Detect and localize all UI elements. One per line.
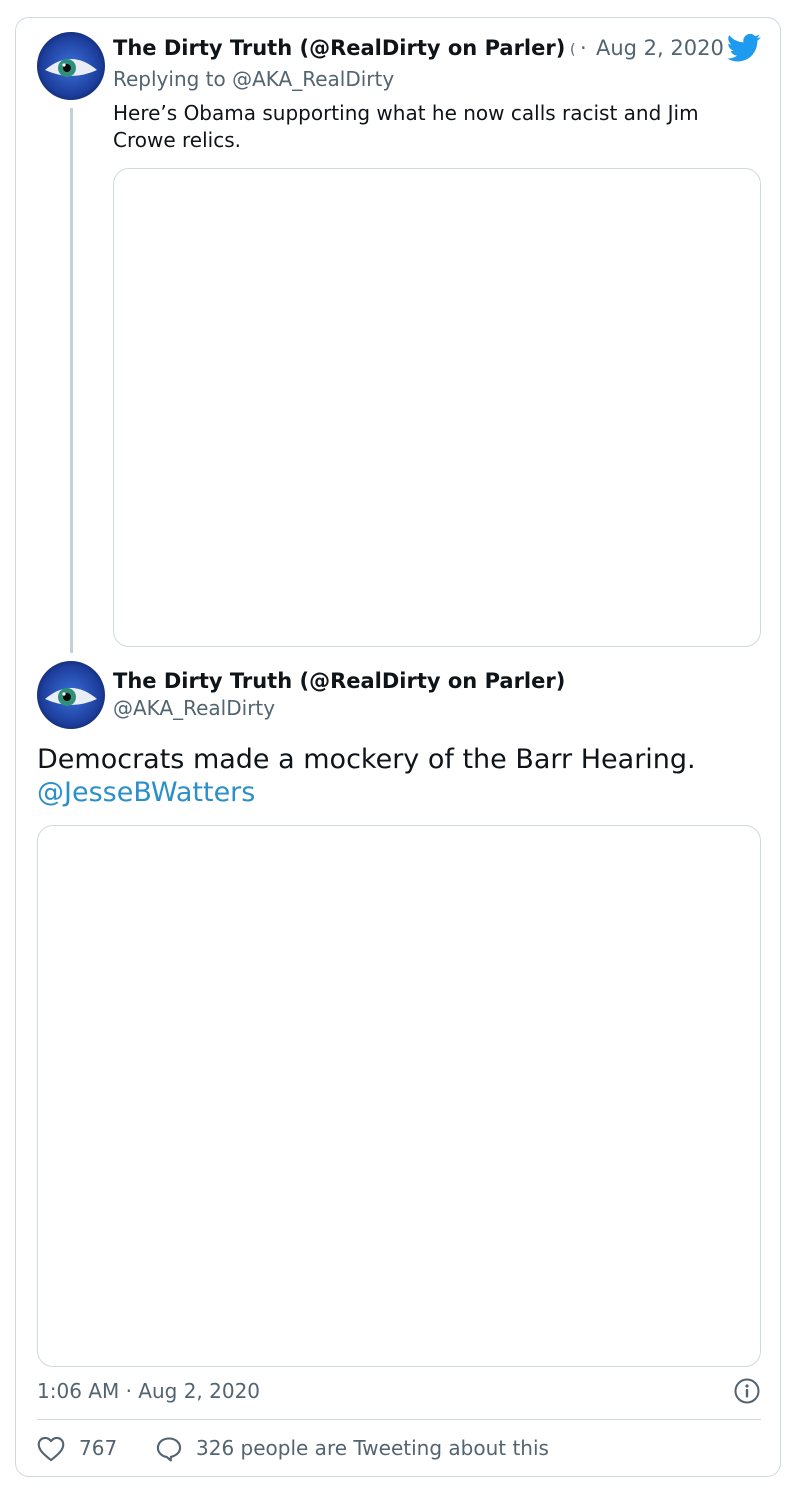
twitter-bird-icon[interactable] [727, 33, 761, 63]
avatar-eye-image [37, 661, 105, 729]
quoted-date-link[interactable]: Aug 2, 2020 [596, 36, 724, 60]
divider [37, 1419, 761, 1420]
avatar[interactable] [37, 661, 105, 729]
mention-link[interactable]: @JesseBWatters [37, 776, 255, 809]
info-icon[interactable] [734, 1378, 760, 1404]
main-tweet-text: Democrats made a mockery of the Barr Hea… [37, 744, 696, 775]
quoted-display-name[interactable]: The Dirty Truth (@RealDirty on Parler) [113, 36, 565, 60]
quoted-handle-truncated: ( [570, 42, 576, 58]
main-display-name[interactable]: The Dirty Truth (@RealDirty on Parler) [113, 669, 565, 693]
main-video-frame[interactable] [37, 825, 761, 1367]
tweet-timestamp-link[interactable]: 1:06 AM · Aug 2, 2020 [37, 1379, 260, 1403]
replying-to-link[interactable]: Replying to @AKA_RealDirty [113, 67, 394, 91]
avatar-eye-image [37, 32, 105, 100]
like-count[interactable]: 767 [79, 1436, 117, 1460]
quoted-video-frame[interactable] [113, 168, 761, 647]
heart-icon[interactable] [37, 1436, 65, 1462]
main-handle[interactable]: @AKA_RealDirty [113, 696, 275, 720]
quoted-tweet-text: Here’s Obama supporting what he now call… [113, 101, 699, 152]
tweeting-about-link[interactable]: 326 people are Tweeting about this [196, 1436, 549, 1460]
separator-dot: · [580, 36, 587, 60]
avatar[interactable] [37, 32, 105, 100]
thread-connector-line [70, 108, 73, 653]
comment-icon[interactable] [155, 1436, 183, 1462]
